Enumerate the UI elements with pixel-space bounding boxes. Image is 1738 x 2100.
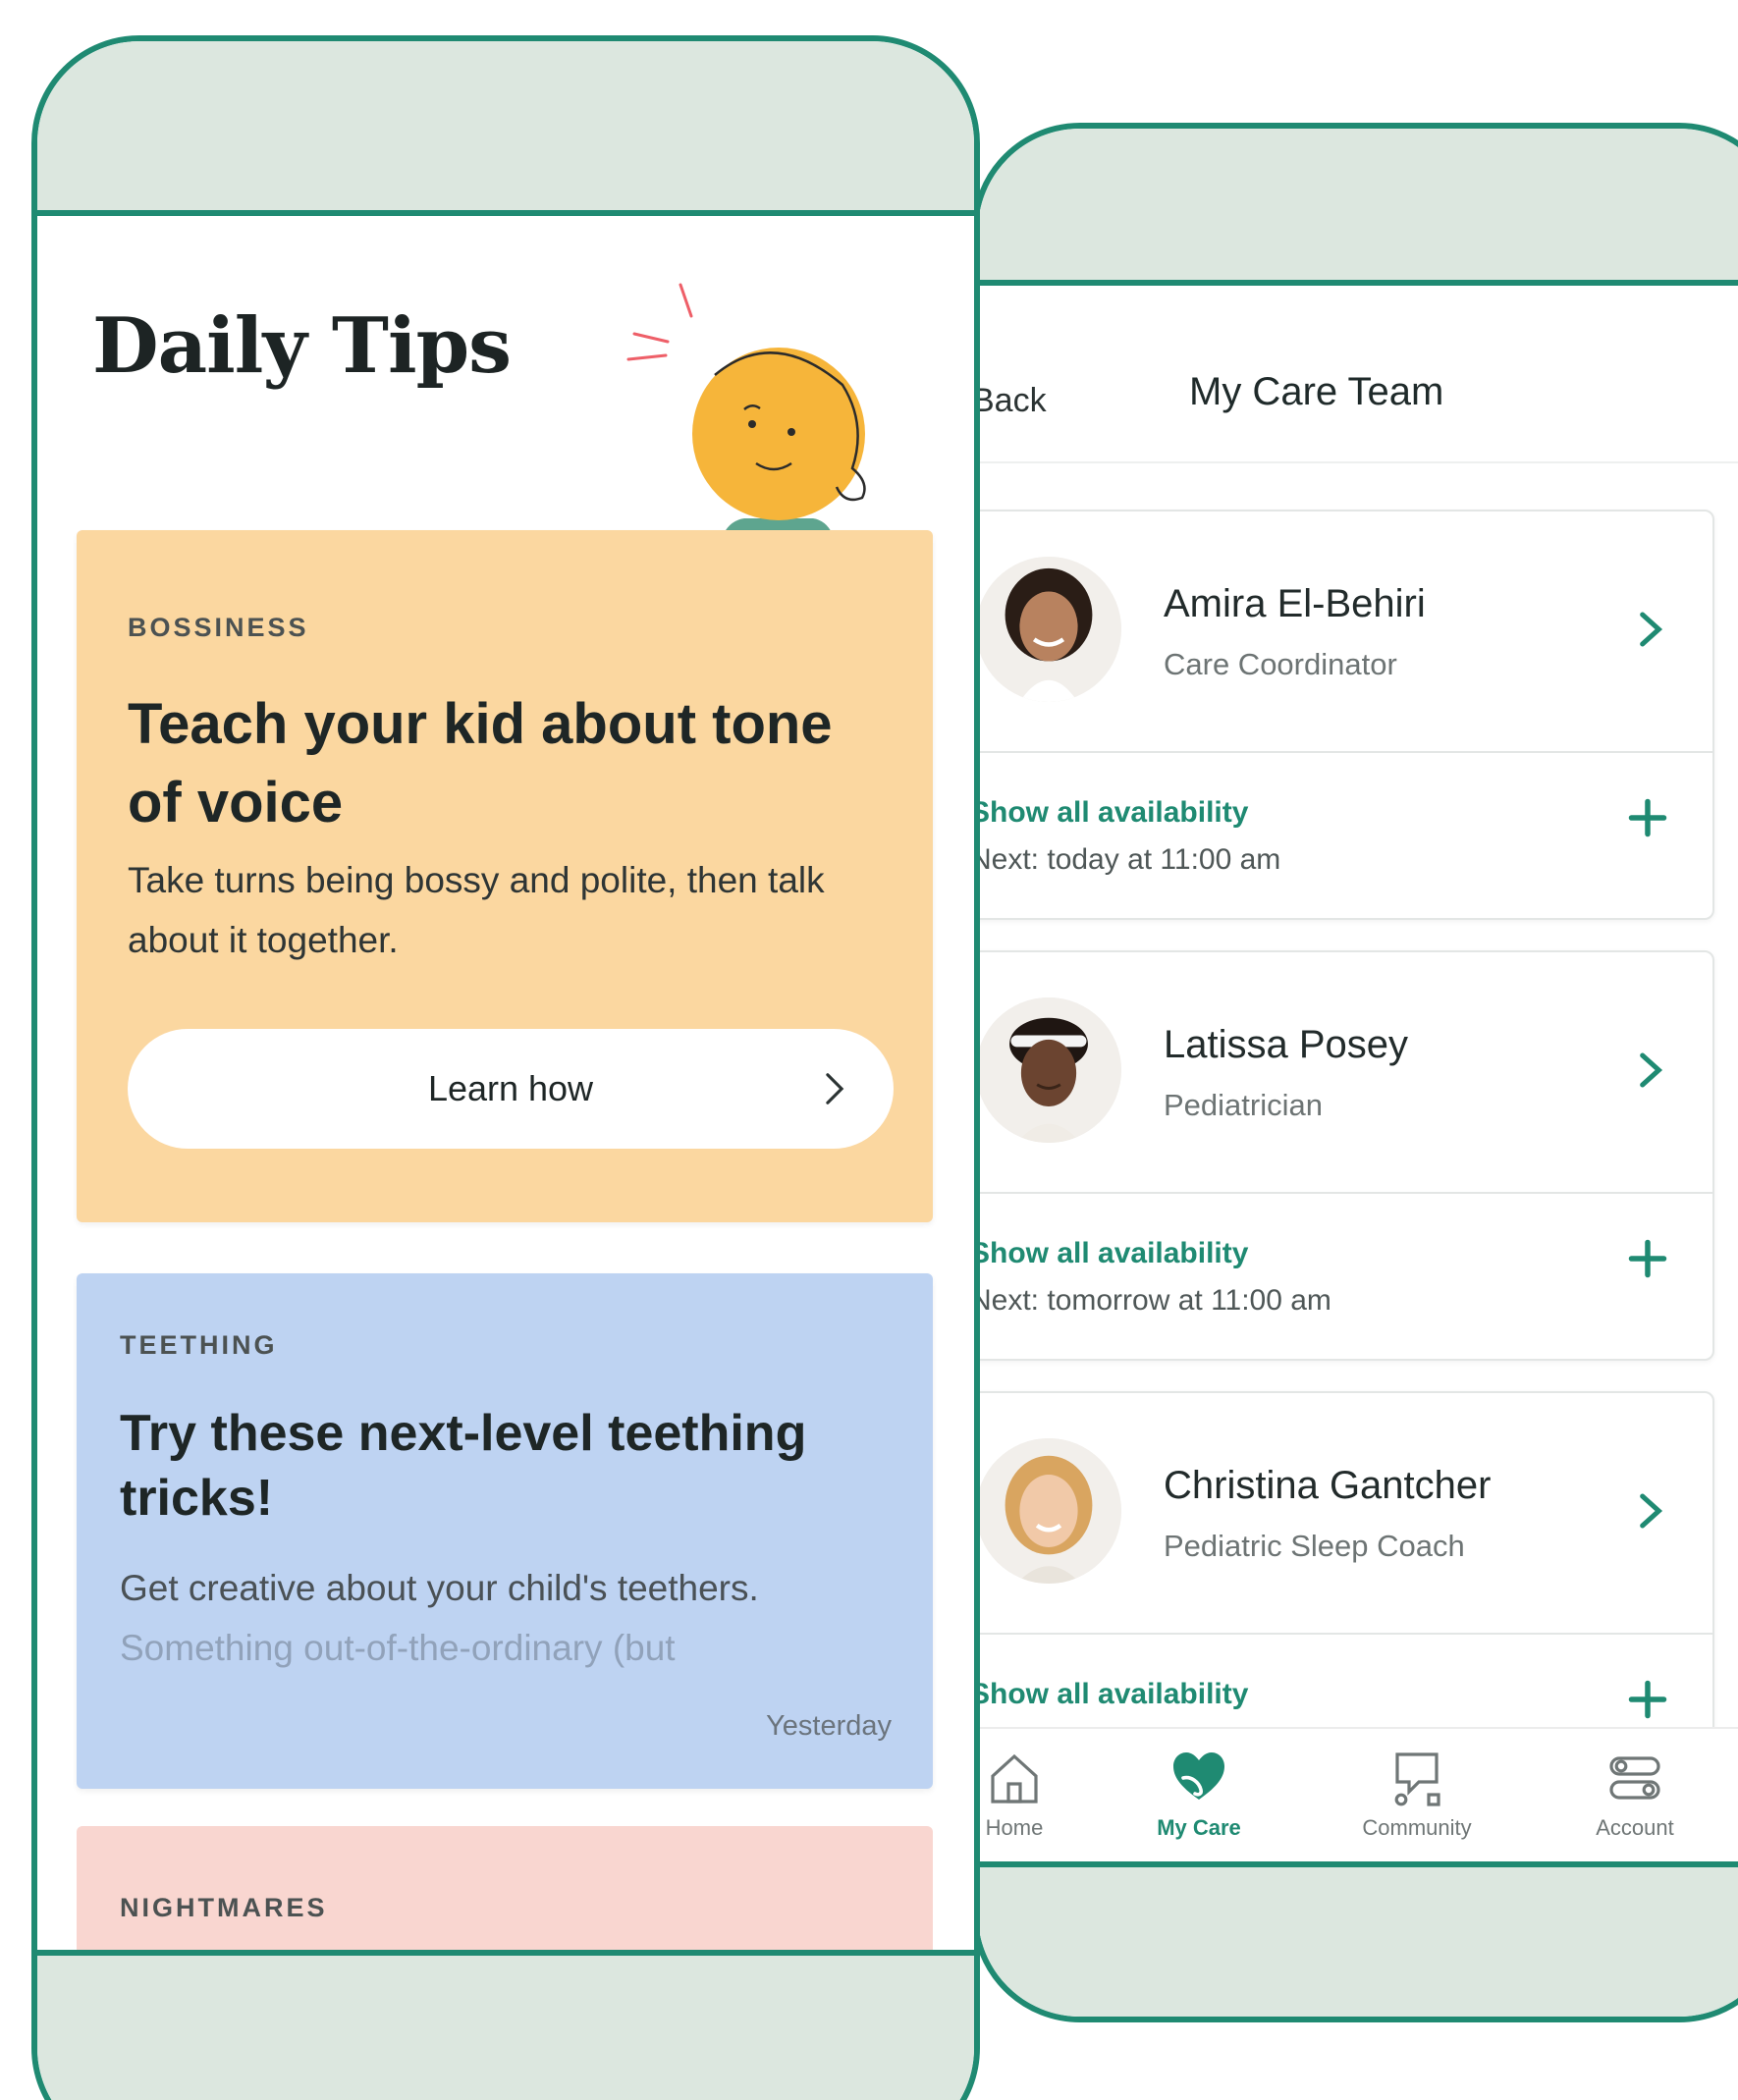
show-availability-link[interactable]: Show all availability <box>978 796 1248 830</box>
tip-card[interactable]: TEETHING Try these next-level teething t… <box>77 1273 933 1789</box>
care-team-phone: Back My Care Team Amira El-Behiri Care C… <box>972 123 1738 2022</box>
learn-how-label: Learn how <box>427 1068 594 1108</box>
chevron-right-icon[interactable] <box>1633 1050 1668 1090</box>
member-role: Pediatric Sleep Coach <box>1164 1529 1465 1563</box>
page-title: My Care Team <box>1189 370 1444 413</box>
home-icon <box>991 1753 1038 1804</box>
next-availability: Next: tomorrow at 11:00 am <box>972 1284 1331 1317</box>
tab-label: Community <box>1362 1815 1472 1840</box>
member-role: Pediatrician <box>1164 1088 1323 1122</box>
divider <box>978 751 1712 753</box>
learn-how-button[interactable]: Learn how <box>128 1029 894 1149</box>
back-button[interactable]: Back <box>978 382 1047 420</box>
tip-body-text: Get creative about your child's teethers… <box>120 1568 759 1608</box>
avatar <box>978 997 1121 1143</box>
show-availability-link[interactable]: Show all availability <box>978 1237 1248 1270</box>
avatar <box>978 1438 1121 1584</box>
member-name: Amira El-Behiri <box>1164 582 1426 625</box>
care-member-card: Latissa Posey Pediatrician Show all avai… <box>972 950 1714 1361</box>
chat-icon <box>1394 1752 1440 1806</box>
phone-bezel-top <box>978 129 1738 286</box>
daily-tips-phone: Daily Tips BOSSINESS Teach your kid abou… <box>31 35 980 2100</box>
toggles-icon <box>1609 1756 1660 1800</box>
member-name: Latissa Posey <box>1164 1023 1409 1066</box>
chevron-right-icon[interactable] <box>1633 1491 1668 1531</box>
plus-icon[interactable] <box>1626 1678 1669 1721</box>
phone-bezel-top <box>37 41 974 216</box>
tip-category: NIGHTMARES <box>120 1893 328 1922</box>
divider <box>978 1192 1712 1194</box>
care-team-header: Back My Care Team <box>978 292 1738 463</box>
chevron-right-icon[interactable] <box>1633 610 1668 649</box>
avatar <box>978 557 1121 702</box>
phone-bezel-bottom <box>978 1861 1738 2017</box>
tip-title: Try these next-level teething tricks! <box>120 1405 807 1527</box>
plus-icon[interactable] <box>1626 796 1669 839</box>
tip-category: TEETHING <box>120 1330 278 1360</box>
next-availability: Next: today at 11:00 am <box>972 843 1281 876</box>
care-member-card: Amira El-Behiri Care Coordinator Show al… <box>972 510 1714 920</box>
member-name: Christina Gantcher <box>1164 1464 1492 1507</box>
plus-icon[interactable] <box>1626 1237 1669 1280</box>
phone-bezel-bottom <box>37 1950 974 2100</box>
tab-account[interactable]: Account <box>1551 1747 1718 1855</box>
heart-hand-icon <box>1173 1752 1224 1800</box>
tab-my-care[interactable]: My Care <box>1115 1747 1282 1855</box>
chevron-right-icon <box>826 1073 844 1104</box>
tip-category: BOSSINESS <box>128 613 309 642</box>
tip-body-faded: Something out-of-the-ordinary (but <box>120 1628 676 1668</box>
tab-label: My Care <box>1157 1815 1241 1840</box>
tab-label: Home <box>985 1815 1044 1840</box>
tip-body: Take turns being bossy and polite, then … <box>128 860 825 960</box>
tip-title: Teach your kid about tone of voice <box>128 692 833 835</box>
tab-label: Account <box>1596 1815 1674 1840</box>
bottom-tab-bar: Home My Care Community Account <box>978 1727 1738 1874</box>
tip-card[interactable]: BOSSINESS Teach your kid about tone of v… <box>77 530 933 1222</box>
member-role: Care Coordinator <box>1164 647 1397 681</box>
page-title: Daily Tips <box>92 301 512 391</box>
tip-body: Get creative about your child's teethers… <box>120 1558 886 1678</box>
tab-community[interactable]: Community <box>1333 1747 1500 1855</box>
show-availability-link[interactable]: Show all availability <box>978 1678 1248 1711</box>
divider <box>978 1633 1712 1635</box>
tip-date: Yesterday <box>766 1710 892 1742</box>
tab-home[interactable]: Home <box>978 1747 1098 1855</box>
kid-face-illustration <box>626 283 866 571</box>
